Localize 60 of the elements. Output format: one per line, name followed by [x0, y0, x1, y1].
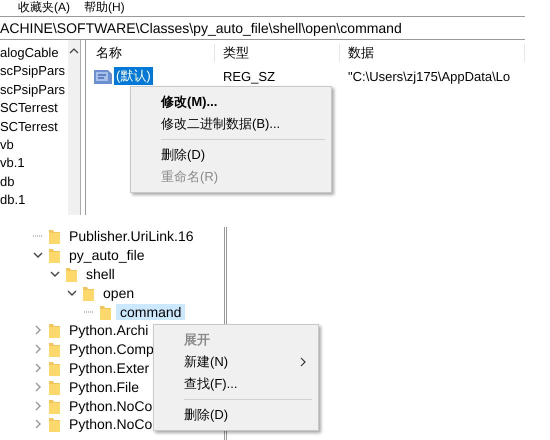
menu-item[interactable]: 修改二进制数据(B)... — [133, 113, 329, 135]
tree-item[interactable]: db.1 — [0, 191, 68, 210]
chevron-right-icon[interactable] — [33, 325, 43, 336]
tree-item[interactable]: db — [0, 172, 68, 192]
menu-bar-item[interactable]: 收藏夹(A) — [18, 0, 70, 15]
tree-item[interactable]: Python.NoCo — [65, 416, 156, 432]
folder-icon — [100, 304, 111, 320]
folder-icon — [49, 398, 60, 414]
column-header[interactable]: 类型 — [215, 44, 340, 62]
tree-line-icon — [33, 235, 43, 238]
table-cell-text: "C:\Users\zj175\AppData\Lo — [347, 68, 512, 84]
menu-item[interactable]: 删除(D) — [156, 404, 316, 426]
folder-icon — [49, 228, 60, 244]
tree-item[interactable]: Python.Exter — [65, 360, 154, 376]
chevron-right-icon[interactable] — [33, 419, 43, 430]
tree-item[interactable]: py_auto_file — [65, 247, 149, 264]
tree-item[interactable]: command — [116, 304, 186, 320]
tree-item[interactable]: alogCable — [0, 44, 68, 62]
tree-line-icon — [84, 310, 94, 313]
tree-item[interactable]: shell — [82, 266, 119, 282]
menu-item[interactable]: 查找(F)... — [156, 373, 316, 395]
chevron-down-icon[interactable] — [67, 288, 77, 298]
chevron-right-icon[interactable] — [33, 382, 43, 392]
chevron-down-icon[interactable] — [50, 268, 60, 279]
menu-item[interactable]: 修改(M)... — [133, 91, 329, 113]
menu-item[interactable]: 新建(N) — [156, 351, 316, 373]
tree-item[interactable]: vb — [0, 136, 68, 154]
tree-item[interactable]: SCTerrest — [0, 99, 68, 118]
chevron-right-icon[interactable] — [33, 400, 43, 411]
folder-icon — [83, 284, 94, 301]
chevron-right-icon — [300, 357, 306, 367]
tree-item[interactable]: Publisher.UriLink.16 — [65, 228, 198, 244]
tree-item[interactable]: Python.File — [65, 378, 144, 395]
chevron-right-icon[interactable] — [33, 362, 43, 373]
chevron-down-icon[interactable] — [33, 250, 43, 260]
scrollbar[interactable] — [68, 40, 81, 215]
menu-item[interactable]: 删除(D) — [133, 144, 329, 166]
folder-icon — [49, 360, 60, 376]
tree-item[interactable]: SCTerrest — [0, 118, 68, 136]
column-header[interactable]: 名称 — [88, 44, 215, 62]
folder-icon — [49, 378, 60, 395]
folder-icon — [49, 322, 60, 338]
folder-icon — [49, 341, 60, 358]
chevron-up-icon — [69, 48, 79, 54]
table-cell-text: REG_SZ — [222, 68, 276, 84]
tree-item[interactable]: Python.Archi — [65, 322, 152, 338]
folder-icon — [66, 266, 77, 282]
chevron-right-icon[interactable] — [33, 344, 43, 354]
tree-item[interactable]: open — [99, 284, 138, 301]
folder-icon — [49, 247, 60, 264]
column-header[interactable]: 数据 — [340, 44, 525, 62]
tree-item[interactable]: Python.NoCo — [65, 398, 156, 414]
value-name[interactable]: (默认) — [114, 67, 153, 85]
folder-icon — [49, 416, 60, 432]
menu-bar-item[interactable]: 帮助(H) — [84, 0, 125, 15]
tree-item[interactable]: vb.1 — [0, 154, 68, 173]
string-value-icon — [94, 68, 112, 84]
address-bar[interactable]: ACHINE\SOFTWARE\Classes\py_auto_file\shell\open\command — [0, 17, 525, 40]
tree-item[interactable]: scPsipPars — [0, 62, 68, 81]
tree-item[interactable]: scPsipPars — [0, 80, 68, 100]
